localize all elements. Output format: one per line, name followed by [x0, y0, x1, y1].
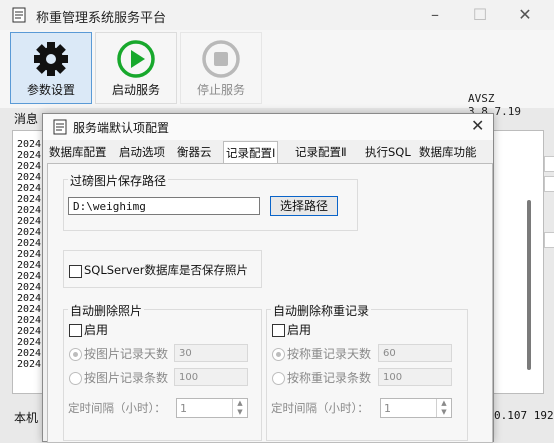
photos-interval-value: 1: [180, 402, 187, 415]
play-icon: [117, 40, 155, 78]
log-row: 2024: [17, 172, 42, 183]
log-row: 2024: [17, 150, 42, 161]
log-row: 2024: [17, 293, 42, 304]
main-title-bar: 称重管理系统服务平台 – ☐ ✕: [0, 0, 554, 30]
log-row: 2024: [17, 304, 42, 315]
spin-arrows-icon[interactable]: ▲ ▼: [232, 399, 247, 417]
photos-by-count-label: 按图片记录条数: [84, 371, 169, 385]
sqlserver-photo-checkbox[interactable]: [69, 265, 82, 278]
maximize-button[interactable]: ☐: [470, 5, 490, 25]
log-row: 2024: [17, 271, 42, 282]
photos-interval-label: 定时间隔（小时）：: [68, 401, 166, 415]
log-row: 2024: [17, 249, 42, 260]
window-title: 称重管理系统服务平台: [36, 11, 167, 26]
stop-icon: [202, 40, 240, 78]
log-row: 2024: [17, 359, 42, 370]
start-service-label: 启动服务: [111, 83, 160, 97]
peek-field: [544, 232, 554, 248]
log-row: 2024: [17, 326, 42, 337]
log-row: 2024: [17, 205, 42, 216]
tab-startup-options[interactable]: 启动选项: [119, 143, 165, 162]
log-scrollbar-thumb[interactable]: [527, 200, 531, 370]
dialog-title-bar: 服务端默认项配置 ✕: [43, 114, 493, 140]
auto-delete-records-enable-checkbox[interactable]: [272, 324, 285, 337]
settings-label: 参数设置: [26, 83, 75, 97]
status-right-text: 0.107 192: [494, 409, 554, 422]
records-count-input[interactable]: 100: [378, 368, 452, 386]
records-by-count-radio[interactable]: [272, 372, 285, 385]
log-row: 2024: [17, 315, 42, 326]
photos-count-input[interactable]: 100: [174, 368, 248, 386]
auto-delete-records-label: 自动删除称重记录: [271, 302, 372, 319]
image-path-input[interactable]: D:\weighimg: [68, 197, 260, 215]
log-row: 2024: [17, 227, 42, 238]
photos-by-count-radio[interactable]: [69, 372, 82, 385]
minimize-button[interactable]: –: [425, 5, 445, 25]
tab-scale-cloud[interactable]: 衡器云: [177, 143, 212, 162]
tab-database-config[interactable]: 数据库配置: [49, 143, 107, 162]
records-by-count-label: 按称重记录条数: [287, 371, 372, 385]
config-dialog: 服务端默认项配置 ✕ 数据库配置 启动选项 衡器云 记录配置Ⅰ 记录配置Ⅱ 执行…: [42, 113, 494, 443]
peek-field: [544, 156, 554, 172]
records-by-days-radio[interactable]: [272, 348, 285, 361]
records-interval-stepper[interactable]: 1 ▲ ▼: [380, 398, 452, 418]
tab-record-config-2[interactable]: 记录配置Ⅱ: [295, 143, 347, 162]
records-interval-label: 定时间隔（小时）：: [271, 401, 369, 415]
status-left-text: 本机: [14, 411, 39, 425]
peek-field: [544, 176, 554, 192]
log-row: 2024: [17, 216, 42, 227]
log-row: 2024: [17, 260, 42, 271]
message-label: 消息: [14, 112, 39, 126]
log-row: 2024: [17, 161, 42, 172]
stop-service-button[interactable]: 停止服务: [180, 32, 262, 104]
photos-by-days-label: 按图片记录天数: [84, 347, 169, 361]
choose-path-button[interactable]: 选择路径: [270, 196, 338, 216]
auto-delete-photos-enable-label: 启用: [84, 323, 109, 337]
dialog-close-icon[interactable]: ✕: [471, 116, 484, 135]
settings-button[interactable]: 参数设置: [10, 32, 92, 104]
spin-arrows-icon[interactable]: ▲ ▼: [436, 399, 451, 417]
image-path-group-label: 过磅图片保存路径: [68, 172, 169, 189]
log-row: 2024: [17, 183, 42, 194]
record-config-1-page: 过磅图片保存路径 D:\weighimg 选择路径 SQLServer数据库是否…: [47, 163, 493, 443]
gear-icon: [34, 42, 68, 76]
dialog-title: 服务端默认项配置: [73, 121, 170, 135]
auto-delete-photos-label: 自动删除照片: [68, 302, 145, 319]
auto-delete-records-enable-label: 启用: [287, 323, 312, 337]
tab-database-functions[interactable]: 数据库功能: [419, 143, 477, 162]
close-button[interactable]: ✕: [515, 5, 535, 25]
photos-days-input[interactable]: 30: [174, 344, 248, 362]
log-row: 2024: [17, 238, 42, 249]
tab-execute-sql[interactable]: 执行SQL: [365, 143, 411, 162]
log-row: 2024: [17, 282, 42, 293]
records-interval-value: 1: [384, 402, 391, 415]
log-row: 2024: [17, 139, 42, 150]
auto-delete-photos-enable-checkbox[interactable]: [69, 324, 82, 337]
stop-service-label: 停止服务: [196, 83, 245, 97]
tab-strip: 数据库配置 启动选项 衡器云 记录配置Ⅰ 记录配置Ⅱ 执行SQL 数据库功能: [47, 141, 489, 164]
log-row: 2024: [17, 194, 42, 205]
start-service-button[interactable]: 启动服务: [95, 32, 177, 104]
sqlserver-photo-label: SQLServer数据库是否保存照片: [84, 263, 248, 277]
records-days-input[interactable]: 60: [378, 344, 452, 362]
dialog-icon: [53, 119, 67, 135]
log-row: 2024: [17, 337, 42, 348]
tab-record-config-1[interactable]: 记录配置Ⅰ: [223, 141, 279, 164]
log-row: 2024: [17, 348, 42, 359]
main-toolbar: 参数设置 启动服务 停止服务 AVSZ 3.8.7.19: [0, 30, 554, 118]
records-by-days-label: 按称重记录天数: [287, 347, 372, 361]
photos-interval-stepper[interactable]: 1 ▲ ▼: [176, 398, 248, 418]
photos-by-days-radio[interactable]: [69, 348, 82, 361]
app-icon: [12, 7, 26, 23]
